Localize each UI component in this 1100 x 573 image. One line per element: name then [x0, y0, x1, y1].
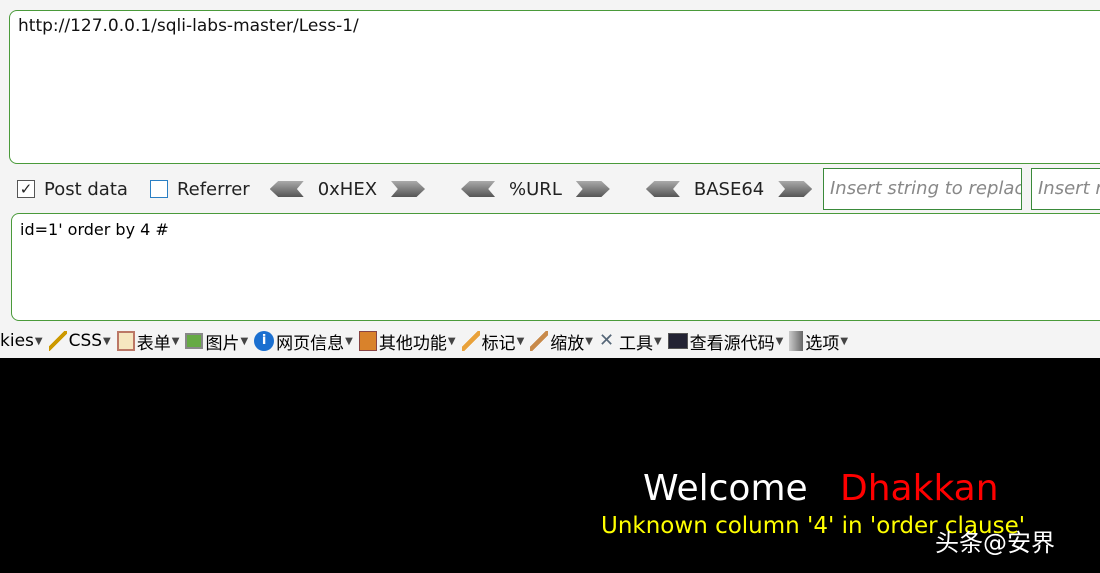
referrer-label: Referrer	[176, 178, 250, 200]
menu-label: 工具	[618, 333, 653, 354]
menu-label: 标记	[481, 333, 516, 354]
image-icon	[185, 333, 204, 349]
menu-images[interactable]: 图片 ▼	[185, 329, 248, 354]
menu-bar: kies ▼ CSS ▼ 表单 ▼ 图片 ▼ i 网页信息 ▼ 其他功能 ▼ 标记 ▼ 缩放 ▼ …	[0, 326, 854, 356]
menu-view-source[interactable]: 查看源代码 ▼	[667, 329, 784, 354]
info-icon: i	[254, 331, 275, 351]
switch-icon	[789, 331, 804, 351]
base64-label: BASE64	[693, 178, 765, 200]
tools-icon: ✕	[598, 330, 615, 351]
terminal-icon	[667, 333, 688, 349]
replacing-string-input[interactable]: Insert replacing string	[1031, 168, 1100, 210]
menu-tools[interactable]: ✕ 工具 ▼	[599, 329, 662, 354]
menu-label: 网页信息	[276, 333, 345, 354]
book-icon	[358, 331, 377, 351]
page-output: Welcome Dhakkan Unknown column '4' in 'o…	[0, 358, 1100, 573]
hex-label: 0xHEX	[317, 178, 378, 200]
pencil-icon	[461, 331, 480, 351]
menu-cookies[interactable]: kies ▼	[0, 331, 43, 351]
replace-string-input[interactable]: Insert string to replace	[823, 168, 1022, 210]
post-data-label: Post data	[44, 178, 128, 200]
ruler-icon	[530, 331, 549, 351]
menu-mark[interactable]: 标记 ▼	[461, 329, 525, 354]
menu-label: 缩放	[550, 333, 585, 354]
dropdown-icon: ▼	[345, 335, 353, 347]
url-decode-arrow-icon[interactable]	[461, 181, 496, 197]
clipboard-icon	[116, 331, 135, 351]
base64-encode-arrow-icon[interactable]	[778, 181, 813, 197]
dropdown-icon: ▼	[585, 335, 593, 347]
menu-label: 查看源代码	[689, 333, 775, 354]
hex-encode-arrow-icon[interactable]	[391, 181, 426, 197]
menu-zoom[interactable]: 缩放 ▼	[530, 329, 593, 354]
dropdown-icon: ▼	[653, 335, 662, 347]
url-encode-arrow-icon[interactable]	[575, 181, 610, 197]
base64-decode-arrow-icon[interactable]	[645, 181, 680, 197]
url-label: %URL	[509, 178, 562, 200]
dropdown-icon: ▼	[103, 335, 111, 347]
user-name: Dhakkan	[840, 468, 999, 509]
menu-label: 图片	[205, 333, 240, 354]
dropdown-icon: ▼	[240, 335, 249, 347]
menu-other[interactable]: 其他功能 ▼	[358, 329, 456, 354]
menu-label: 选项	[805, 333, 840, 354]
dropdown-icon: ▼	[516, 335, 525, 347]
menu-label: 其他功能	[378, 333, 447, 354]
menu-label: CSS	[68, 331, 103, 351]
menu-css[interactable]: CSS ▼	[48, 331, 111, 351]
referrer-checkbox[interactable]	[149, 180, 168, 198]
menu-label: 表单	[136, 333, 171, 354]
url-input[interactable]: http://127.0.0.1/sqli-labs-master/Less-1…	[9, 10, 1100, 164]
post-data-input[interactable]: id=1' order by 4 #	[11, 213, 1100, 321]
post-data-checkbox[interactable]: ✓	[17, 180, 35, 198]
wand-icon	[48, 331, 67, 351]
dropdown-icon: ▼	[447, 335, 456, 347]
welcome-text: Welcome	[643, 468, 808, 509]
menu-page-info[interactable]: i 网页信息 ▼	[254, 329, 353, 354]
hex-decode-arrow-icon[interactable]	[269, 181, 304, 197]
dropdown-icon: ▼	[775, 335, 784, 347]
dropdown-icon: ▼	[840, 335, 849, 347]
watermark: 头条@安界	[935, 529, 1055, 557]
dropdown-icon: ▼	[171, 335, 180, 347]
dropdown-icon: ▼	[34, 335, 43, 347]
menu-label: kies	[0, 331, 34, 351]
menu-forms[interactable]: 表单 ▼	[116, 329, 180, 354]
menu-options[interactable]: 选项 ▼	[789, 329, 848, 354]
